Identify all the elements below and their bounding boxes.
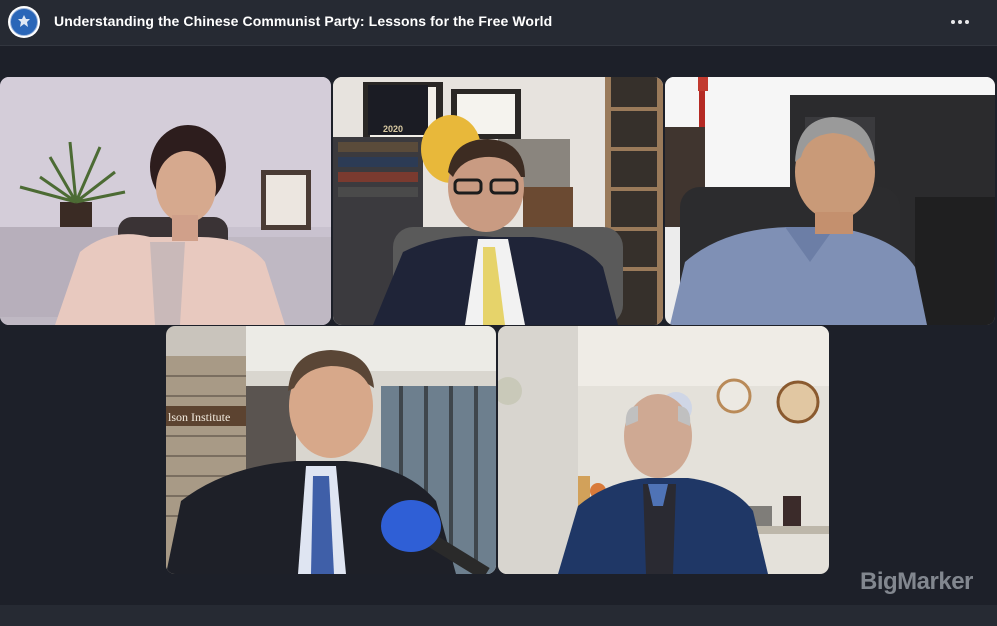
- top-bar: Understanding the Chinese Communist Part…: [0, 0, 997, 46]
- event-title: Understanding the Chinese Communist Part…: [54, 13, 553, 29]
- brand-watermark: BigMarker: [860, 568, 973, 595]
- participant-video-3[interactable]: [665, 77, 995, 325]
- wall-sign: lson Institute: [168, 410, 230, 424]
- more-options-icon[interactable]: [944, 8, 976, 36]
- participant-video-5[interactable]: [498, 326, 829, 574]
- participant-video-4[interactable]: lson Institute: [166, 326, 496, 574]
- book-title: 2020: [383, 124, 403, 134]
- participant-video-1[interactable]: [0, 77, 331, 325]
- seal-icon: [10, 8, 38, 36]
- event-logo: [8, 6, 40, 38]
- bottom-bar: [0, 605, 997, 626]
- participant-video-2[interactable]: 2020: [333, 77, 663, 325]
